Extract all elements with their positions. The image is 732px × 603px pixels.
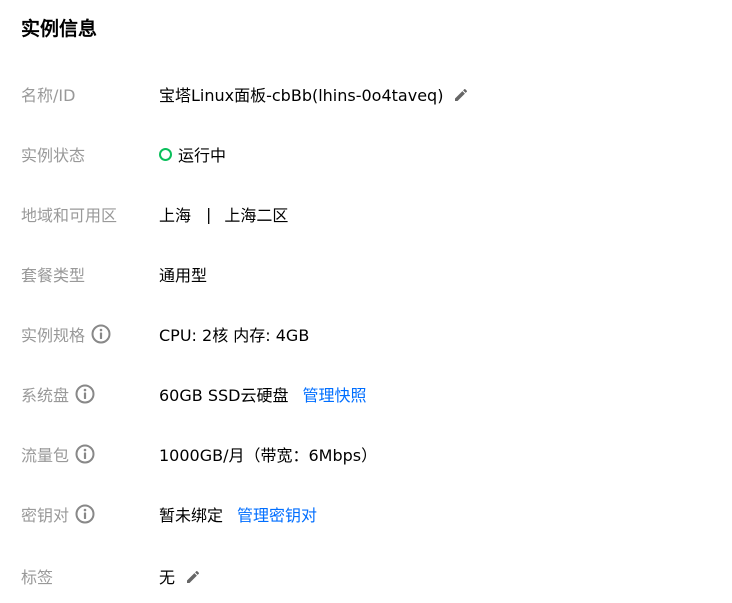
edit-name-icon[interactable] — [453, 85, 471, 103]
manage-keypair-link[interactable]: 管理密钥对 — [237, 502, 317, 526]
label-spec-text: 实例规格 — [21, 326, 86, 345]
traffic-info-icon[interactable] — [75, 444, 95, 464]
region-separator: | — [206, 204, 212, 224]
key-text: 暂未绑定 — [159, 506, 224, 525]
disk-info-icon[interactable] — [75, 384, 95, 404]
manage-snapshot-link[interactable]: 管理快照 — [302, 382, 366, 406]
label-status-text: 实例状态 — [21, 146, 86, 165]
zone-text: 上海二区 — [224, 206, 289, 225]
label-name: 名称/ID — [21, 82, 159, 106]
spec-info-icon[interactable] — [91, 324, 111, 344]
value-spec: CPU: 2核 内存: 4GB — [159, 322, 309, 346]
tags-text: 无 — [159, 568, 176, 587]
value-disk: 60GB SSD云硬盘 管理快照 — [159, 382, 366, 406]
label-disk-text: 系统盘 — [21, 386, 70, 405]
value-key: 暂未绑定 管理密钥对 — [159, 502, 317, 526]
value-name: 宝塔Linux面板-cbBb(lhins-0o4taveq) — [159, 82, 471, 106]
row-package: 套餐类型 通用型 — [21, 260, 732, 288]
instance-name-text: 宝塔Linux面板-cbBb(lhins-0o4taveq) — [159, 86, 444, 105]
row-name: 名称/ID 宝塔Linux面板-cbBb(lhins-0o4taveq) — [21, 80, 732, 108]
value-traffic: 1000GB/月（带宽：6Mbps） — [159, 442, 377, 466]
status-text: 运行中 — [178, 146, 227, 165]
label-spec: 实例规格 — [21, 322, 159, 346]
value-region: 上海 | 上海二区 — [159, 202, 288, 226]
status-running-icon — [159, 147, 172, 161]
value-package: 通用型 — [159, 262, 207, 286]
label-traffic: 流量包 — [21, 442, 159, 466]
label-status: 实例状态 — [21, 142, 159, 166]
label-region-text: 地域和可用区 — [21, 206, 118, 225]
label-key: 密钥对 — [21, 502, 159, 526]
spec-text: CPU: 2核 内存: 4GB — [159, 326, 310, 345]
label-disk: 系统盘 — [21, 382, 159, 406]
disk-text: 60GB SSD云硬盘 — [159, 386, 289, 405]
label-tags-text: 标签 — [21, 568, 54, 587]
label-traffic-text: 流量包 — [21, 446, 70, 465]
region-text: 上海 — [159, 206, 192, 225]
label-tags: 标签 — [21, 564, 159, 588]
label-package: 套餐类型 — [21, 262, 159, 286]
row-tags: 标签 无 — [21, 562, 732, 590]
row-spec: 实例规格 CPU: 2核 内存: 4GB — [21, 320, 732, 348]
package-text: 通用型 — [159, 266, 208, 285]
value-tags: 无 — [159, 564, 203, 588]
label-package-text: 套餐类型 — [21, 266, 86, 285]
traffic-text: 1000GB/月（带宽：6Mbps） — [159, 446, 378, 465]
row-region: 地域和可用区 上海 | 上海二区 — [21, 200, 732, 228]
label-name-text: 名称/ID — [21, 86, 76, 105]
label-key-text: 密钥对 — [21, 506, 70, 525]
edit-tags-icon[interactable] — [185, 567, 203, 585]
row-disk: 系统盘 60GB SSD云硬盘 管理快照 — [21, 380, 732, 408]
label-region: 地域和可用区 — [21, 202, 159, 226]
section-title: 实例信息 — [21, 18, 98, 40]
row-status: 实例状态 运行中 — [21, 140, 732, 168]
row-key: 密钥对 暂未绑定 管理密钥对 — [21, 500, 732, 528]
row-traffic: 流量包 1000GB/月（带宽：6Mbps） — [21, 440, 732, 468]
key-info-icon[interactable] — [75, 504, 95, 524]
value-status: 运行中 — [159, 142, 226, 166]
